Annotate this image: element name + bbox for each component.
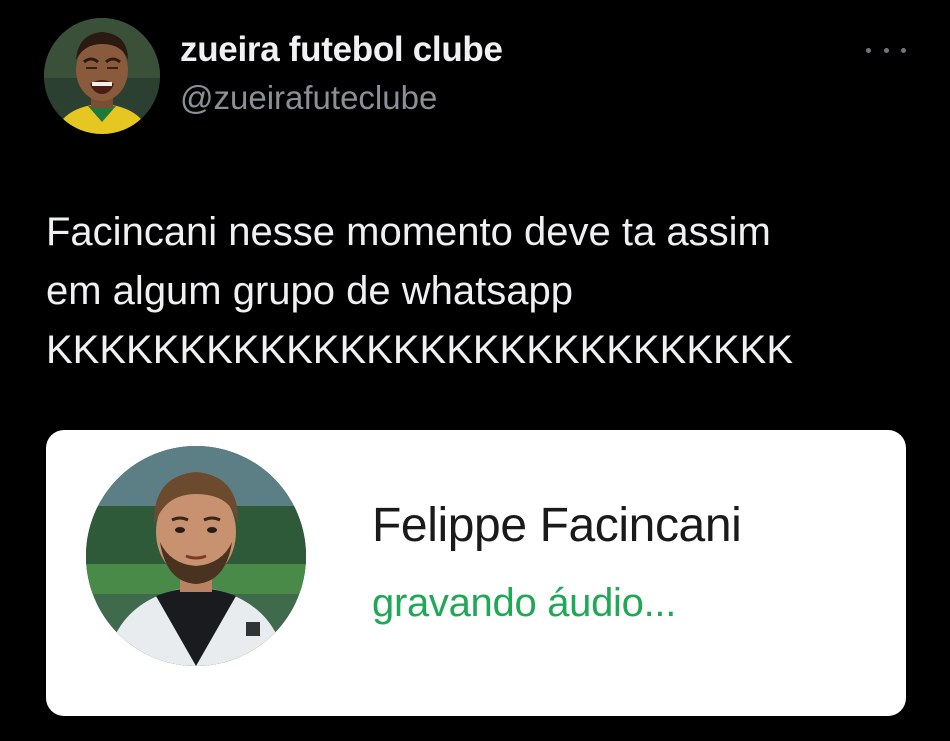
- contact-name: Felippe Facincani: [372, 499, 742, 552]
- more-options-button[interactable]: [866, 38, 906, 62]
- more-horizontal-icon: [866, 47, 871, 53]
- avatar-image: [44, 18, 160, 134]
- contact-photo-image: [86, 446, 306, 666]
- more-dot: [883, 47, 889, 53]
- tweet-media-card[interactable]: Felippe Facincani gravando áudio...: [46, 430, 906, 716]
- author-avatar[interactable]: [44, 18, 160, 134]
- author-handle[interactable]: @zueirafuteclube: [180, 76, 503, 120]
- more-dot: [901, 47, 906, 53]
- contact-avatar: [86, 446, 306, 666]
- author-display-name[interactable]: zueira futebol clube: [180, 28, 503, 72]
- author-names: zueira futebol clube @zueirafuteclube: [180, 28, 503, 120]
- tweet-header: zueira futebol clube @zueirafuteclube: [44, 18, 906, 138]
- tweet-text: Facincani nesse momento deve ta assim em…: [46, 210, 794, 372]
- contact-status: gravando áudio...: [372, 581, 677, 625]
- tweet: zueira futebol clube @zueirafuteclube Fa…: [0, 0, 950, 741]
